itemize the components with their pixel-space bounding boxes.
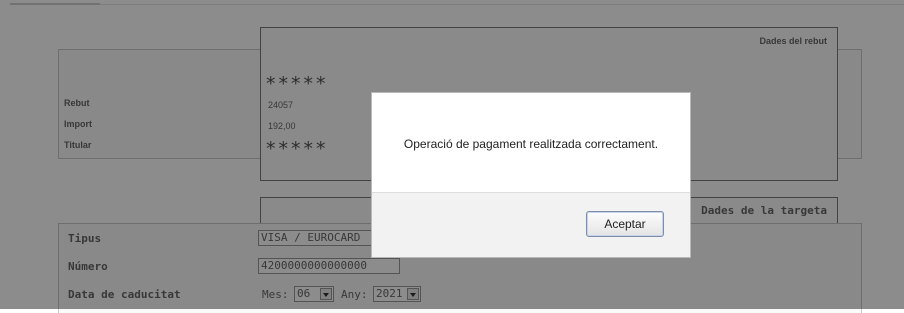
dialog-footer: Aceptar: [372, 192, 690, 257]
dialog-message: Operació de pagament realitzada correcta…: [403, 137, 659, 151]
accept-button[interactable]: Aceptar: [586, 211, 664, 237]
confirmation-dialog: Operació de pagament realitzada correcta…: [371, 92, 691, 258]
